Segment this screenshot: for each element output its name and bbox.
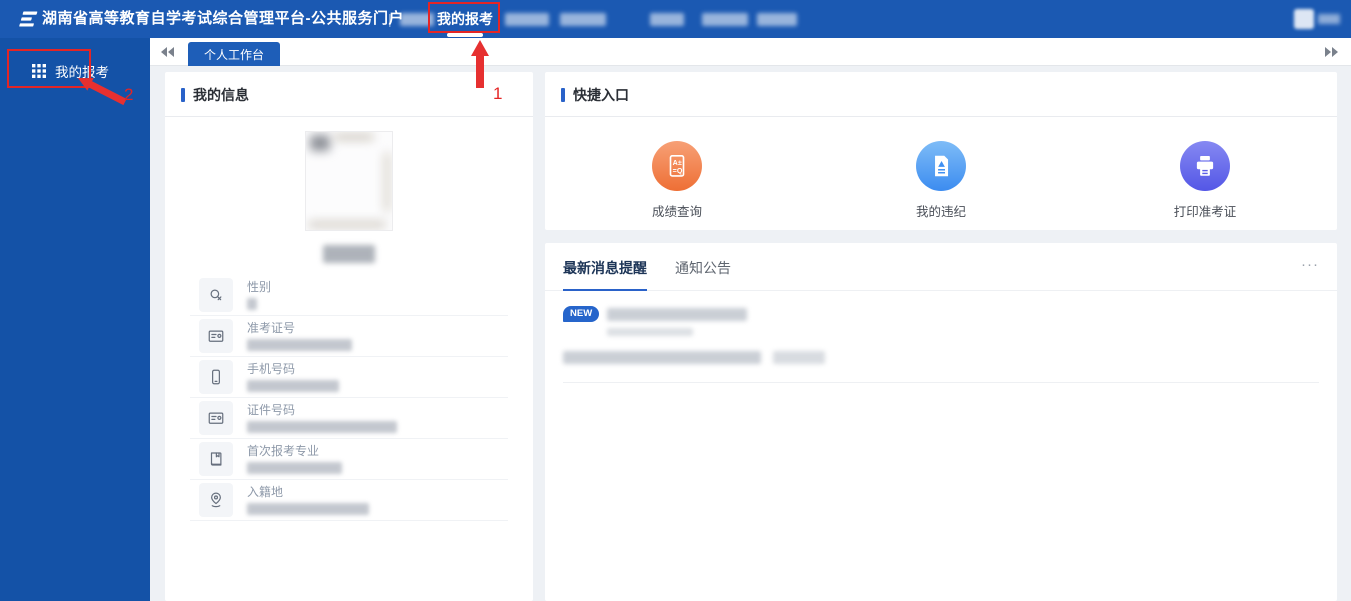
field-value-redacted: [247, 380, 339, 392]
page: 湖南省高等教育自学考试综合管理平台-公共服务门户 | 我的报考 我的报考 个人工…: [0, 0, 1351, 601]
field-value-redacted: [247, 503, 369, 515]
messages-tabs: 最新消息提醒 通知公告 ···: [545, 243, 1337, 291]
app-title: 湖南省高等教育自学考试综合管理平台-公共服务门户: [42, 0, 404, 38]
user-avatar[interactable]: [1294, 9, 1314, 29]
field-row-gender: 性别: [190, 275, 508, 316]
more-options-icon[interactable]: ···: [1301, 258, 1319, 272]
violation-icon: [916, 141, 966, 191]
app-logo-icon: [12, 8, 42, 35]
message-item[interactable]: [563, 351, 1319, 383]
phone-icon: [199, 360, 233, 394]
field-row-id-number: 证件号码: [190, 398, 508, 439]
my-info-title: 我的信息: [193, 85, 249, 105]
user-name-redacted[interactable]: [1318, 14, 1340, 24]
quick-item-print-admission-ticket[interactable]: 打印准考证: [1073, 141, 1337, 220]
redacted-nav-item[interactable]: [650, 13, 684, 26]
tab-notices[interactable]: 通知公告: [675, 258, 731, 289]
title-separator: |: [388, 0, 392, 38]
new-badge: NEW: [563, 306, 599, 322]
redacted-nav-item[interactable]: [560, 13, 606, 26]
my-info-header: 我的信息: [165, 72, 533, 116]
field-label: 证件号码: [247, 403, 397, 417]
redacted-nav-item[interactable]: [505, 13, 549, 26]
quick-item-label: 我的违纪: [809, 201, 1073, 220]
score-query-icon: A±=Q: [652, 141, 702, 191]
field-label: 准考证号: [247, 321, 352, 335]
print-icon: [1180, 141, 1230, 191]
tab-personal-workspace[interactable]: 个人工作台: [188, 42, 280, 66]
active-nav-indicator: [447, 33, 483, 37]
redacted-nav-item[interactable]: [702, 13, 748, 26]
message-text-redacted: [563, 351, 761, 364]
topbar: 湖南省高等教育自学考试综合管理平台-公共服务门户 | 我的报考: [0, 0, 1351, 38]
section-accent-bar: [181, 88, 185, 102]
field-value-redacted: [247, 421, 397, 433]
field-value-redacted: [247, 298, 257, 310]
quick-entry-items: A±=Q 成绩查询 我的违纪 打印准考证: [545, 117, 1337, 220]
message-text-redacted: [607, 308, 747, 321]
book-icon: [199, 442, 233, 476]
field-value-redacted: [247, 339, 352, 351]
messages-card: 最新消息提醒 通知公告 ··· NEW: [545, 243, 1337, 601]
quick-item-score-query[interactable]: A±=Q 成绩查询: [545, 141, 809, 220]
expand-tabs-right-icon[interactable]: [1323, 46, 1339, 58]
message-item[interactable]: NEW: [563, 306, 1319, 336]
tabbar: 个人工作台: [150, 38, 1351, 66]
quick-item-label: 打印准考证: [1073, 201, 1337, 220]
profile-photo-redacted: [305, 131, 393, 231]
quick-entry-title: 快捷入口: [573, 85, 629, 105]
message-subtext-redacted: [607, 328, 693, 336]
id-card-icon: [199, 319, 233, 353]
sidebar: 我的报考: [0, 38, 150, 601]
field-label: 入籍地: [247, 485, 369, 499]
profile-name-redacted: [323, 245, 375, 263]
gender-icon: [199, 278, 233, 312]
collapse-tabs-left-icon[interactable]: [160, 46, 176, 58]
quick-entry-card: 快捷入口 A±=Q 成绩查询 我的违纪 打印准考证: [545, 72, 1337, 230]
location-icon: [199, 483, 233, 517]
svg-text:=Q: =Q: [673, 167, 683, 175]
field-label: 性别: [247, 280, 271, 294]
profile-fields: 性别 准考证号 手机号码: [190, 275, 508, 521]
field-row-phone: 手机号码: [190, 357, 508, 398]
field-row-registered-place: 入籍地: [190, 480, 508, 521]
id-card-icon: [199, 401, 233, 435]
divider: [165, 116, 533, 117]
redacted-nav-item[interactable]: [400, 13, 434, 26]
field-row-first-major: 首次报考专业: [190, 439, 508, 480]
quick-item-label: 成绩查询: [545, 201, 809, 220]
svg-text:A±: A±: [673, 159, 682, 167]
grid-menu-icon: [32, 64, 46, 78]
sidebar-item-my-registration[interactable]: 我的报考: [0, 60, 150, 82]
field-value-redacted: [247, 462, 342, 474]
field-label: 手机号码: [247, 362, 339, 376]
quick-item-my-violations[interactable]: 我的违纪: [809, 141, 1073, 220]
quick-entry-header: 快捷入口: [545, 72, 1337, 116]
redacted-nav-item[interactable]: [757, 13, 797, 26]
tab-latest-messages[interactable]: 最新消息提醒: [563, 258, 647, 291]
sidebar-item-label: 我的报考: [55, 61, 109, 81]
field-label: 首次报考专业: [247, 444, 342, 458]
field-row-exam-number: 准考证号: [190, 316, 508, 357]
my-info-card: 我的信息 性别: [165, 72, 533, 601]
section-accent-bar: [561, 88, 565, 102]
message-text-redacted: [773, 351, 825, 364]
